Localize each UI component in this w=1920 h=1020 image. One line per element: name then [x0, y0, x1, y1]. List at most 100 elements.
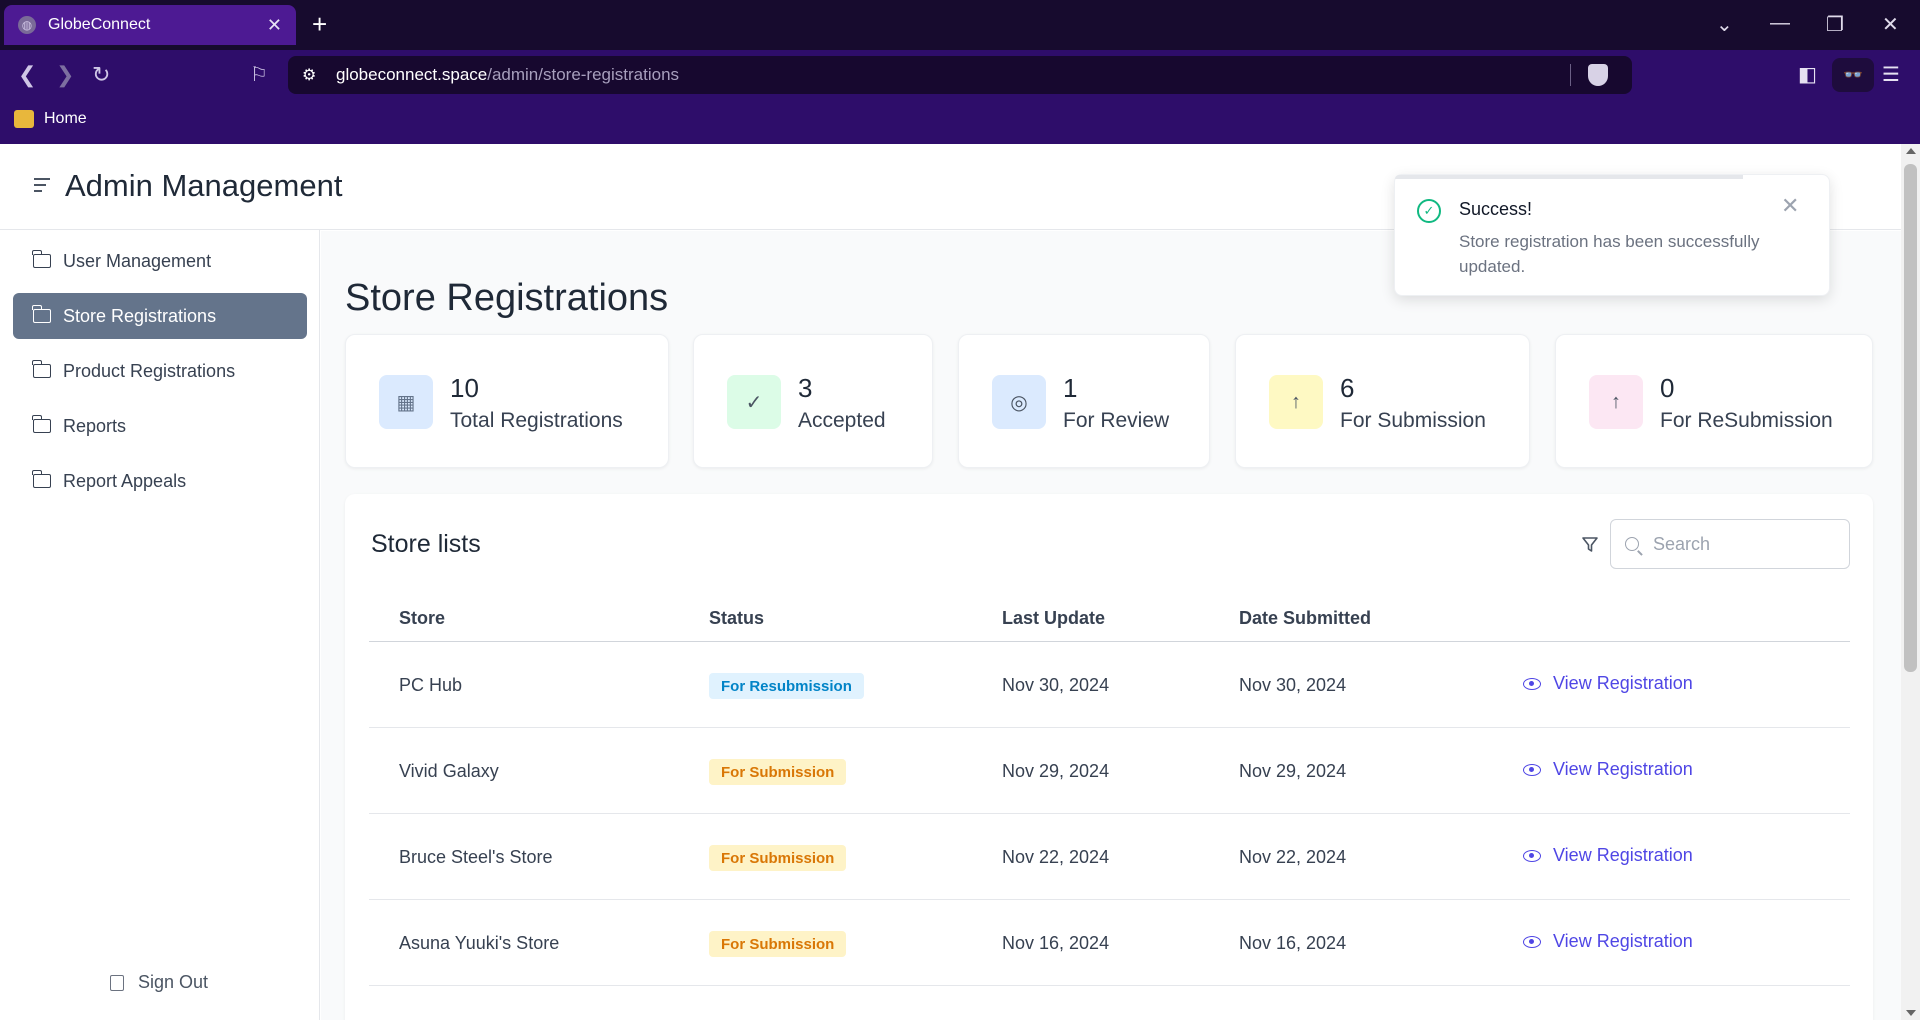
minimize-icon[interactable]: —: [1770, 12, 1790, 35]
table-row: Asuna Yuuki's Store For Submission Nov 1…: [369, 900, 1850, 986]
store-icon: ▦: [379, 375, 433, 429]
status-badge: For Submission: [709, 759, 847, 785]
url-text[interactable]: globeconnect.space/admin/store-registrat…: [336, 65, 679, 85]
sidebar-item-report-appeals[interactable]: Report Appeals: [13, 458, 307, 504]
url-divider: [1570, 64, 1571, 86]
eye-icon: [1523, 677, 1541, 690]
folder-icon: [32, 470, 51, 488]
browser-toolbar: ❮ ❯ ↻ ⚐ ⚙ globeconnect.space/admin/store…: [0, 50, 1920, 100]
view-registration-label: View Registration: [1553, 845, 1693, 865]
browser-titlebar: ◍ GlobeConnect ✕ + ⌄ — ❐ ✕: [0, 0, 1920, 50]
close-window-icon[interactable]: ✕: [1882, 12, 1899, 37]
date-submitted: Nov 29, 2024: [1239, 761, 1347, 781]
stat-value: 3: [798, 373, 813, 403]
column-header-last-update[interactable]: Last Update: [1002, 608, 1105, 629]
scroll-up-arrow-icon[interactable]: [1906, 148, 1916, 154]
success-toast: ✓ Success! Store registration has been s…: [1394, 174, 1830, 296]
main-content: Store Registrations ▦ 10 Total Registrat…: [321, 231, 1901, 1020]
bookmark-home[interactable]: Home: [14, 110, 87, 128]
file-check-icon: ✓: [727, 375, 781, 429]
view-registration-link[interactable]: View Registration: [1523, 845, 1693, 866]
folder-icon: [32, 415, 51, 433]
sidebar-item-label: Reports: [63, 415, 127, 436]
brave-shield-icon[interactable]: [1588, 64, 1608, 86]
search-field[interactable]: [1610, 519, 1850, 569]
close-tab-icon[interactable]: ✕: [267, 15, 282, 36]
sidebar-item-product-registrations[interactable]: Product Registrations: [13, 348, 307, 394]
browser-tab[interactable]: ◍ GlobeConnect ✕: [4, 5, 296, 45]
date-submitted: Nov 30, 2024: [1239, 675, 1347, 695]
scroll-down-arrow-icon[interactable]: [1906, 1010, 1916, 1016]
eye-icon: [1523, 763, 1541, 776]
table-row: Bruce Steel's Store For Submission Nov 2…: [369, 814, 1850, 900]
date-submitted: Nov 16, 2024: [1239, 933, 1347, 953]
globe-icon: ◍: [18, 16, 36, 34]
status-badge: For Resubmission: [709, 673, 864, 699]
view-registration-link[interactable]: View Registration: [1523, 673, 1693, 694]
search-icon: [1625, 537, 1639, 551]
file-upload-icon: ↑: [1269, 375, 1323, 429]
scrollbar-thumb[interactable]: [1904, 164, 1917, 672]
column-header-store[interactable]: Store: [399, 608, 445, 629]
page-title: Store Registrations: [345, 277, 669, 319]
bookmark-home-label: Home: [44, 110, 87, 127]
column-header-date-submitted[interactable]: Date Submitted: [1239, 608, 1371, 629]
toast-title: Success!: [1459, 199, 1533, 219]
sidebar: User Management Store Registrations Prod…: [0, 230, 320, 1020]
sign-out-icon: [110, 974, 124, 991]
folder-icon: [32, 360, 51, 378]
file-upload-icon: ↑: [1589, 375, 1643, 429]
stat-value: 6: [1340, 373, 1355, 403]
check-circle-icon: ✓: [1417, 199, 1441, 223]
sidebar-item-label: Store Registrations: [63, 305, 217, 326]
stat-label: Accepted: [798, 409, 886, 432]
back-icon[interactable]: ❮: [18, 62, 36, 88]
stat-label: For ReSubmission: [1660, 409, 1833, 432]
bookmark-icon[interactable]: ⚐: [250, 62, 268, 87]
stat-label: Total Registrations: [450, 409, 623, 432]
new-tab-icon[interactable]: +: [312, 10, 327, 38]
address-bar[interactable]: ⚙ globeconnect.space/admin/store-registr…: [288, 56, 1632, 94]
hamburger-menu-icon[interactable]: [34, 178, 50, 196]
toast-message: Store registration has been successfully…: [1459, 232, 1760, 276]
file-search-icon: ◎: [992, 375, 1046, 429]
folder-icon: [32, 305, 51, 323]
bookmarks-bar: Home: [0, 100, 1920, 144]
store-name: Bruce Steel's Store: [399, 847, 553, 867]
reload-icon[interactable]: ↻: [92, 62, 110, 88]
tab-search-chevron-icon[interactable]: ⌄: [1716, 12, 1733, 37]
close-icon[interactable]: ✕: [1781, 193, 1799, 219]
page-scrollbar[interactable]: [1901, 144, 1920, 1020]
tab-title: GlobeConnect: [48, 16, 151, 33]
sidebar-item-store-registrations[interactable]: Store Registrations: [13, 293, 307, 339]
sign-out-button[interactable]: Sign Out: [110, 972, 208, 993]
last-update: Nov 22, 2024: [1002, 847, 1110, 867]
menu-icon[interactable]: ☰: [1882, 62, 1900, 87]
stat-value: 10: [450, 373, 479, 403]
view-registration-label: View Registration: [1553, 931, 1693, 951]
eye-icon: [1523, 849, 1541, 862]
restore-icon[interactable]: ❐: [1826, 12, 1844, 37]
store-name: Vivid Galaxy: [399, 761, 499, 781]
site-settings-icon[interactable]: ⚙: [302, 65, 324, 85]
column-header-status[interactable]: Status: [709, 608, 764, 629]
sidebar-item-label: Report Appeals: [63, 470, 187, 491]
sidebar-toggle-icon[interactable]: ◧: [1798, 62, 1817, 87]
forward-icon[interactable]: ❯: [56, 62, 74, 88]
sidebar-item-user-management[interactable]: User Management: [13, 238, 307, 284]
last-update: Nov 29, 2024: [1002, 761, 1110, 781]
eye-icon: [1523, 935, 1541, 948]
stat-card-total: ▦ 10 Total Registrations: [345, 334, 669, 468]
last-update: Nov 16, 2024: [1002, 933, 1110, 953]
search-input[interactable]: [1653, 533, 1833, 555]
private-glasses-icon[interactable]: 👓: [1832, 58, 1874, 92]
view-registration-link[interactable]: View Registration: [1523, 931, 1693, 952]
date-submitted: Nov 22, 2024: [1239, 847, 1347, 867]
table-row: PC Hub For Resubmission Nov 30, 2024 Nov…: [369, 642, 1850, 728]
stat-card-for-resubmission: ↑ 0 For ReSubmission: [1555, 334, 1873, 468]
filter-icon[interactable]: [1581, 536, 1599, 554]
sidebar-item-label: Product Registrations: [63, 360, 236, 381]
sidebar-item-reports[interactable]: Reports: [13, 403, 307, 449]
store-name: Asuna Yuuki's Store: [399, 933, 560, 953]
view-registration-link[interactable]: View Registration: [1523, 759, 1693, 780]
